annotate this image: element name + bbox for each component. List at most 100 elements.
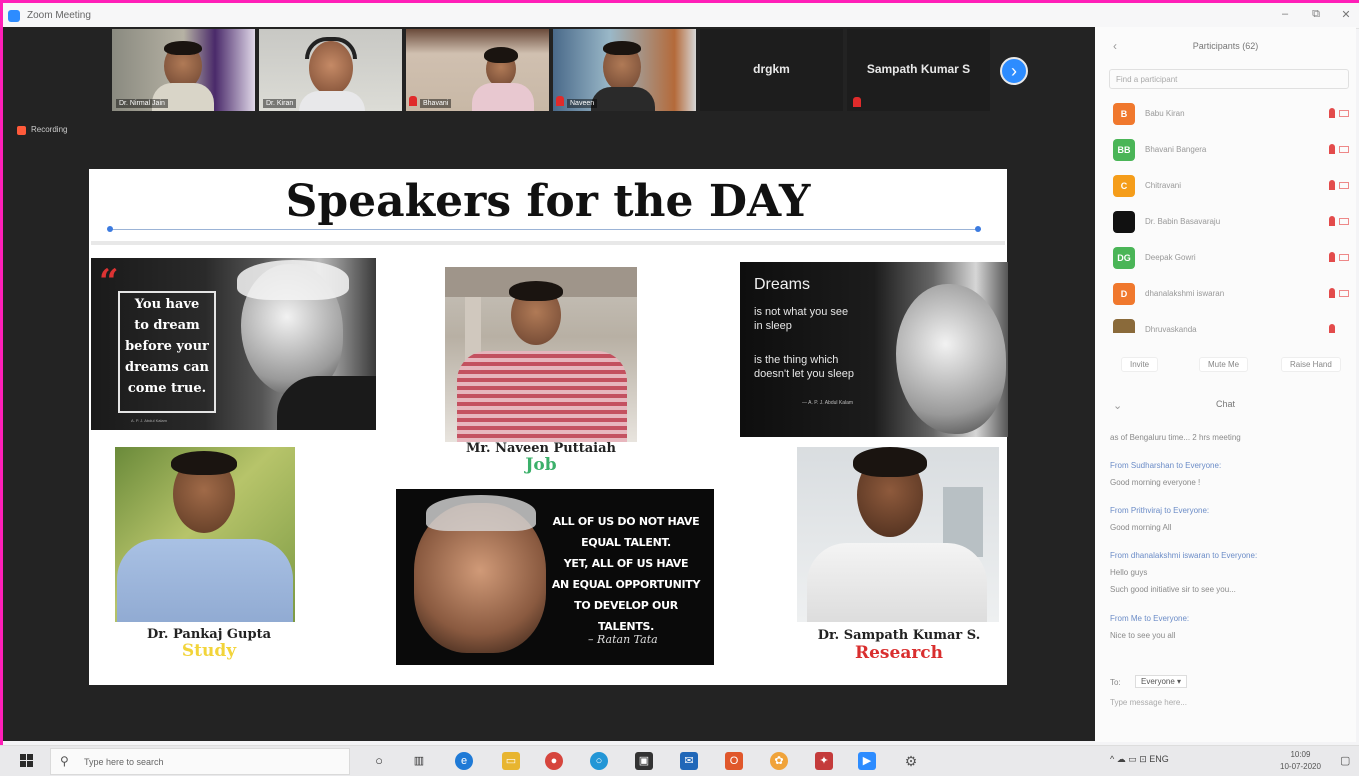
participant-name: Naveen — [567, 99, 598, 108]
speaker-name: Dr. Pankaj Gupta — [146, 627, 271, 642]
video-tile[interactable]: Sampath Kumar S — [847, 29, 990, 111]
participant-row[interactable]: BB Bhavani Bangera — [1111, 139, 1351, 163]
invite-button[interactable]: Invite — [1121, 357, 1159, 372]
signature: – Ratan Tata — [588, 633, 658, 646]
task-view-icon[interactable]: ▥ — [410, 752, 428, 770]
video-tile[interactable]: Bhavani — [406, 29, 549, 111]
system-tray[interactable]: ^ ☁ ▭ ⊡ ENG — [1110, 754, 1169, 765]
chat-sender: From Me to Everyone: — [1110, 614, 1190, 623]
mute-me-button[interactable]: Mute Me — [1199, 357, 1249, 372]
chat-to-label: To: — [1110, 678, 1121, 687]
chat-message-input[interactable]: Type message here... — [1110, 698, 1187, 707]
participants-chat-panel: ‹ Participants (62) Find a participant B… — [1095, 27, 1356, 742]
participant-row[interactable]: D dhanalakshmi iswaran — [1111, 283, 1351, 307]
video-off-icon — [1339, 254, 1349, 261]
settings-icon[interactable]: ⚙ — [902, 752, 920, 770]
muted-mic-icon — [1329, 216, 1335, 226]
muted-mic-icon — [1329, 144, 1335, 154]
kalam-quote-card: “ You have to dream before your dreams c… — [91, 258, 376, 430]
photos-icon[interactable]: ✿ — [770, 752, 788, 770]
close-button[interactable]: ✕ — [1336, 8, 1356, 21]
video-tile[interactable]: Naveen — [553, 29, 696, 111]
muted-mic-icon — [1329, 180, 1335, 190]
chat-sender: From Sudharshan to Everyone: — [1110, 461, 1222, 470]
video-tile[interactable]: Dr. Kiran — [259, 29, 402, 111]
speaker-name: Mr. Naveen Puttaiah — [466, 441, 616, 456]
chrome-icon[interactable]: ● — [545, 752, 563, 770]
dreams-quote-card: Dreams is not what you see in sleep is t… — [740, 262, 1008, 437]
recording-icon — [17, 126, 26, 135]
app-circle-icon[interactable]: ○ — [590, 752, 608, 770]
office-icon[interactable]: O — [725, 752, 743, 770]
mail-icon[interactable]: ✉ — [680, 752, 698, 770]
windows-start-icon[interactable] — [20, 754, 34, 768]
video-tile[interactable]: drgkm — [700, 29, 843, 111]
chat-sender: From Prithviraj to Everyone: — [1110, 506, 1210, 515]
zoom-logo-icon — [8, 10, 20, 22]
avatar: DG — [1113, 247, 1135, 269]
cortana-icon[interactable]: ○ — [370, 752, 388, 770]
raise-hand-button[interactable]: Raise Hand — [1281, 357, 1341, 372]
participant-name: Dr. Nirmal Jain — [116, 99, 168, 108]
zoom-icon[interactable]: ▶ — [858, 752, 876, 770]
muted-mic-icon — [1329, 324, 1335, 333]
participant-row[interactable]: Dhruvaskanda — [1111, 319, 1351, 333]
speaker-name: Dr. Sampath Kumar S. — [817, 628, 981, 643]
muted-mic-icon — [853, 97, 861, 107]
tata-quote-card: ALL OF US DO NOT HAVE EQUAL TALENT. YET,… — [396, 489, 714, 665]
minimize-button[interactable]: – — [1275, 8, 1295, 20]
clock[interactable]: 10:09 10-07-2020 — [1280, 749, 1321, 773]
edge-icon[interactable]: e — [455, 752, 473, 770]
taskbar-search-input[interactable]: ⚲ Type here to search — [50, 748, 350, 775]
participant-row[interactable]: Dr. Babin Basavaraju — [1111, 211, 1351, 235]
file-explorer-icon[interactable]: ▭ — [502, 752, 520, 770]
participant-row[interactable]: B Babu Kiran — [1111, 103, 1351, 127]
chat-message: as of Bengaluru time... 2 hrs meeting — [1110, 433, 1241, 442]
chat-message: Nice to see you all — [1110, 631, 1176, 640]
speaker-photo-naveen — [445, 267, 637, 442]
avatar: BB — [1113, 139, 1135, 161]
avatar: D — [1113, 283, 1135, 305]
quote-text: You have to dream before your dreams can… — [124, 297, 210, 396]
windows-taskbar: ⚲ Type here to search ○ ▥ e ▭ ● ○ ▣ ✉ O … — [0, 745, 1359, 776]
chat-message: Good morning everyone ! — [1110, 478, 1201, 487]
next-page-chevron-right-icon[interactable]: › — [1000, 57, 1028, 85]
muted-mic-icon — [1329, 288, 1335, 298]
video-off-icon — [1339, 110, 1349, 117]
meeting-stage: Dr. Nirmal Jain Dr. Kiran Bhavani Naveen… — [3, 27, 1095, 741]
speaker-photo-sampath — [797, 447, 999, 622]
quote-mark-icon: “ — [99, 262, 119, 302]
restore-button[interactable]: ⧉ — [1306, 8, 1326, 21]
chat-message: Such good initiative sir to see you... — [1110, 585, 1236, 594]
avatar — [1113, 319, 1135, 333]
speaker-topic: Job — [525, 455, 557, 475]
participant-name: Bhavani — [420, 99, 452, 108]
divider — [109, 229, 981, 230]
chat-sender: From dhanalakshmi iswaran to Everyone: — [1110, 551, 1258, 560]
recording-label: Recording — [31, 125, 68, 134]
participant-name: Sampath Kumar S — [866, 62, 971, 76]
chat-title: Chat — [1215, 399, 1235, 409]
muted-mic-icon — [1329, 252, 1335, 262]
quote-text: ALL OF US DO NOT HAVE EQUAL TALENT. YET,… — [551, 515, 701, 633]
participant-name: drgkm — [753, 62, 790, 76]
portrait-image — [896, 284, 1006, 434]
participant-row[interactable]: C Chitravani — [1111, 175, 1351, 199]
participant-row[interactable]: DG Deepak Gowri — [1111, 247, 1351, 271]
window-title: Zoom Meeting — [27, 10, 91, 21]
speaker-photo-pankaj — [115, 447, 295, 622]
store-icon[interactable]: ▣ — [635, 752, 653, 770]
participants-title: Participants (62) — [1192, 41, 1259, 51]
participant-search-input[interactable]: Find a participant — [1109, 69, 1349, 89]
video-off-icon — [1339, 290, 1349, 297]
notification-icon[interactable]: ▢ — [1340, 754, 1350, 767]
video-tile[interactable]: Dr. Nirmal Jain — [112, 29, 255, 111]
muted-mic-icon — [1329, 108, 1335, 118]
slide-header: Speakers for the DAY — [91, 171, 1005, 245]
paint-icon[interactable]: ✦ — [815, 752, 833, 770]
participant-actions: Invite Mute Me Raise Hand — [1095, 354, 1356, 374]
avatar — [1113, 211, 1135, 233]
speaker-topic: Study — [181, 641, 237, 661]
quote-heading: Dreams — [754, 276, 811, 293]
chat-recipient-select[interactable]: Everyone ▾ — [1135, 675, 1188, 688]
